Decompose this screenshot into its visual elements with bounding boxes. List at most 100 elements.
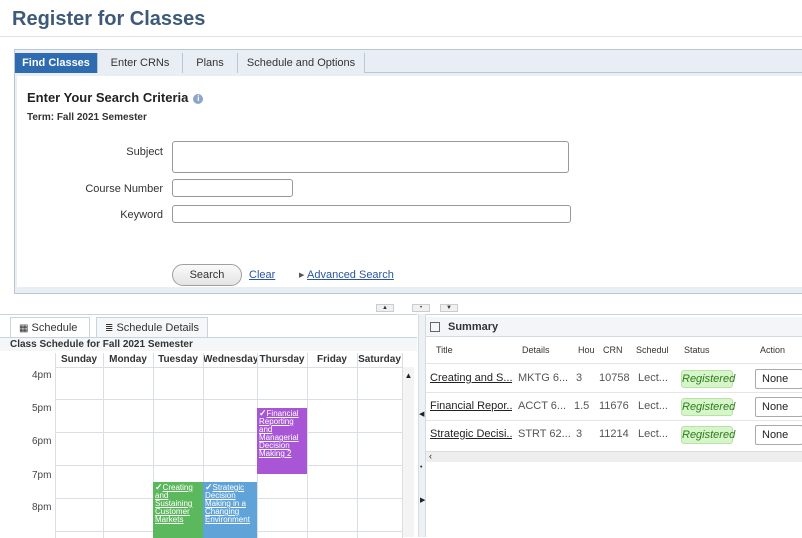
collapse-right-icon[interactable]: ▶	[420, 496, 425, 504]
summary-panel: Summary Title Details Hou CRN Schedul St…	[426, 314, 802, 537]
collapse-up-icon[interactable]: ▲	[376, 304, 394, 312]
calendar-icon: ▦	[19, 323, 29, 334]
day-header: Sunday	[60, 354, 98, 365]
hour-label: 5pm	[32, 403, 52, 414]
schedule-event[interactable]: ✓Creating and Sustaining Customer Market…	[153, 482, 203, 538]
tab-schedule-label: Schedule	[31, 322, 78, 334]
summary-icon	[430, 322, 440, 332]
grid-line	[55, 432, 402, 433]
status-badge: Registered	[681, 370, 735, 388]
collapse-left-icon[interactable]: ◀	[419, 410, 424, 418]
column-header[interactable]: Hou	[578, 345, 595, 355]
grid-line	[103, 353, 104, 538]
course-hours: 3	[576, 428, 583, 440]
course-details: STRT 62...	[518, 428, 570, 440]
tab-schedule-details[interactable]: ≣ Schedule Details	[96, 317, 208, 337]
day-header: Tuesday	[158, 354, 198, 365]
grid-line	[307, 353, 308, 538]
course-number-input[interactable]	[172, 179, 293, 197]
grid-line	[55, 367, 402, 368]
column-header[interactable]: Details	[522, 345, 550, 355]
tab-schedule[interactable]: ▦ Schedule	[10, 317, 90, 337]
day-header: Saturday	[358, 354, 401, 365]
summary-header: Summary	[426, 317, 802, 337]
info-icon[interactable]: i	[193, 94, 204, 104]
tab-schedule-options[interactable]: Schedule and Options	[238, 53, 365, 73]
event-title: Strategic Decision Making in a Changing …	[205, 483, 250, 524]
schedule-caption: Class Schedule for Fall 2021 Semester	[0, 337, 417, 351]
term-label: Term: Fall 2021 Semester	[27, 112, 147, 123]
tab-strip: Find Classes Enter CRNs Plans Schedule a…	[15, 53, 802, 73]
search-criteria-form: Enter Your Search Criteria i Term: Fall 2…	[17, 76, 802, 287]
advanced-search-link[interactable]: Advanced Search	[307, 269, 394, 281]
status-badge: Registered	[681, 398, 735, 416]
column-header[interactable]: Title	[436, 345, 453, 355]
grid-line	[55, 465, 402, 466]
clear-link[interactable]: Clear	[249, 269, 275, 281]
panel-splitter: ▲ • ▼	[0, 296, 802, 314]
column-header[interactable]: CRN	[603, 345, 623, 355]
schedule-panel: ▦ Schedule ≣ Schedule Details Class Sche…	[0, 314, 417, 538]
search-button[interactable]: Search	[172, 264, 242, 286]
course-number-label: Course Number	[85, 183, 163, 195]
course-schedule: Lect...	[638, 400, 668, 412]
course-hours: 1.5	[574, 400, 590, 412]
status-badge: Registered	[681, 426, 735, 444]
course-title-link[interactable]: Creating and S...	[430, 372, 512, 384]
column-header[interactable]: Action	[760, 345, 785, 355]
search-panel: Find Classes Enter CRNs Plans Schedule a…	[14, 49, 802, 294]
handle-dot-icon: •	[420, 464, 423, 471]
course-crn: 11214	[599, 428, 629, 440]
list-icon: ≣	[105, 323, 114, 334]
action-select[interactable]: None	[755, 397, 802, 417]
action-select[interactable]: None	[755, 425, 802, 445]
column-header[interactable]: Schedul	[636, 345, 669, 355]
grid-line	[357, 353, 358, 538]
day-header: Thursday	[259, 354, 305, 365]
hour-label: 8pm	[32, 502, 52, 513]
search-criteria-heading-text: Enter Your Search Criteria	[27, 90, 189, 105]
tab-schedule-details-label: Schedule Details	[116, 322, 200, 334]
keyword-label: Keyword	[120, 209, 163, 221]
course-crn: 11676	[599, 400, 629, 412]
schedule-scrollbar[interactable]: ▲	[402, 367, 414, 537]
checkmark-icon: ✓	[205, 482, 213, 492]
grid-line	[55, 353, 56, 538]
column-header[interactable]: Status	[684, 345, 710, 355]
summary-title: Summary	[448, 321, 499, 333]
title-divider	[0, 36, 802, 37]
grid-line	[55, 399, 402, 400]
splitter-handle-icon[interactable]: •	[412, 304, 430, 312]
tab-enter-crns[interactable]: Enter CRNs	[98, 53, 183, 73]
day-header: Friday	[316, 354, 347, 365]
schedule-event[interactable]: ✓Financial Reporting and Managerial Deci…	[257, 408, 307, 474]
page-title: Register for Classes	[12, 8, 206, 30]
tab-find-classes[interactable]: Find Classes	[15, 53, 98, 73]
row-divider	[426, 363, 802, 364]
course-title-link[interactable]: Strategic Decisi...	[430, 428, 512, 440]
course-title-link[interactable]: Financial Repor...	[430, 400, 512, 412]
tab-plans[interactable]: Plans	[183, 53, 238, 73]
search-criteria-heading: Enter Your Search Criteria i	[27, 90, 204, 105]
checkmark-icon: ✓	[155, 482, 163, 492]
scroll-left-icon[interactable]: ‹	[429, 451, 432, 461]
subject-input[interactable]	[172, 141, 569, 173]
action-select[interactable]: None	[755, 369, 802, 389]
schedule-event[interactable]: ✓Strategic Decision Making in a Changing…	[203, 482, 257, 538]
summary-horizontal-scrollbar[interactable]: ‹	[426, 451, 802, 462]
panel-resize-handle[interactable]: ◀ • ▶	[418, 314, 426, 537]
course-details: MKTG 6...	[518, 372, 569, 384]
row-divider	[426, 420, 802, 421]
course-schedule: Lect...	[638, 372, 668, 384]
day-header: Monday	[109, 354, 147, 365]
scroll-up-icon[interactable]: ▲	[403, 371, 414, 380]
course-details: ACCT 6...	[518, 400, 567, 412]
hour-label: 7pm	[32, 470, 52, 481]
course-crn: 10758	[599, 372, 630, 384]
caret-right-icon: ▶	[299, 272, 305, 279]
collapse-down-icon[interactable]: ▼	[440, 304, 458, 312]
course-hours: 3	[576, 372, 583, 384]
keyword-input[interactable]	[172, 205, 571, 223]
course-schedule: Lect...	[638, 428, 668, 440]
event-title: Financial Reporting and Managerial Decis…	[259, 409, 299, 458]
